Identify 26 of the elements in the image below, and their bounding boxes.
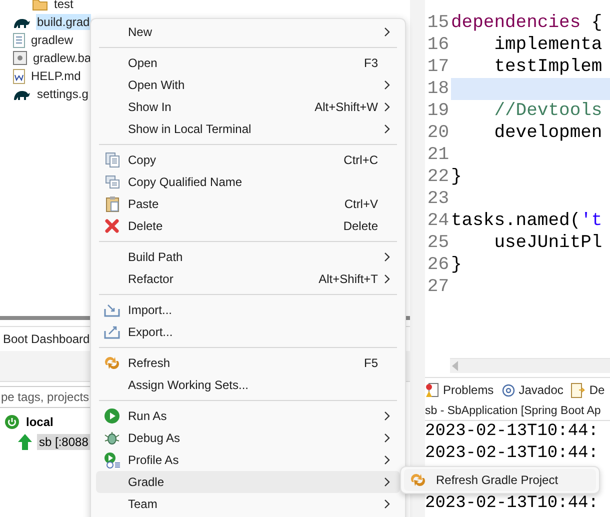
code-line: testImplem: [493, 56, 604, 78]
console-line: 2023-02-13T10:44:: [425, 493, 600, 515]
line-number: 22: [426, 167, 450, 187]
line-number: 15: [426, 13, 450, 33]
line-number: 19: [426, 101, 450, 121]
console-line: 2023-02-13T10:44:: [425, 443, 600, 465]
code-line: developmen: [493, 122, 604, 144]
line-number: 16: [426, 35, 450, 55]
line-number: 18: [426, 79, 450, 99]
console-title: sb - SbApplication [Spring Boot Ap: [425, 402, 610, 421]
console-line: 2023-02-13T10:44:: [425, 421, 600, 443]
code-line: tasks.named('t: [451, 210, 604, 232]
line-number: 25: [426, 233, 450, 253]
line-number: 26: [426, 255, 450, 275]
line-number: 17: [426, 57, 450, 77]
line-number: 23: [426, 189, 450, 209]
line-number: 24: [426, 211, 450, 231]
code-line: useJUnitPl: [493, 232, 604, 254]
code-line: }: [451, 254, 463, 276]
line-number: 27: [426, 277, 450, 297]
code-line: dependencies {: [451, 12, 604, 34]
line-number: 21: [426, 145, 450, 165]
code-line: //Devtools: [493, 100, 604, 122]
code-line: }: [451, 166, 463, 188]
line-number: 20: [426, 123, 450, 143]
code-line: implementa: [493, 34, 604, 56]
